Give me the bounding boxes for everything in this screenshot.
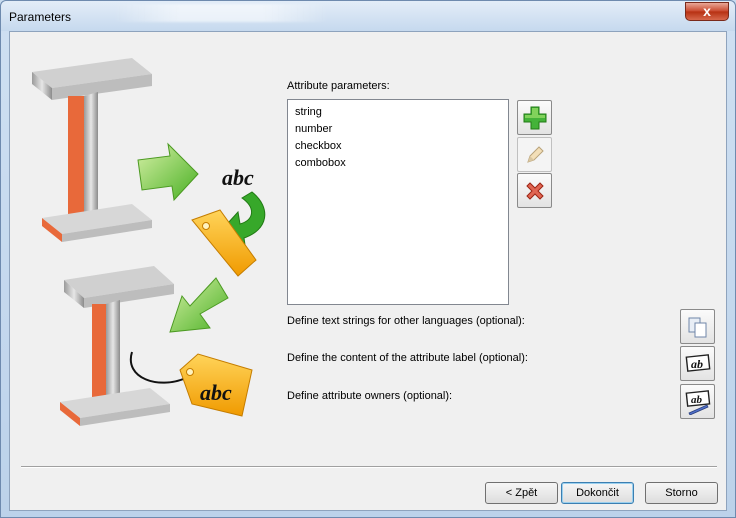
price-tag-icon: [191, 209, 257, 277]
list-item[interactable]: string: [295, 104, 322, 120]
attribute-list[interactable]: string number checkbox combobox: [287, 99, 509, 305]
attribute-illustration: abc abc: [32, 58, 266, 426]
add-icon: [523, 106, 546, 129]
cancel-button[interactable]: Storno: [645, 482, 718, 504]
attribute-label-button[interactable]: ab: [680, 346, 715, 381]
tag-string: [129, 351, 187, 384]
window-title: Parameters: [9, 10, 72, 24]
pencil-icon: [526, 145, 544, 163]
list-item[interactable]: number: [295, 121, 332, 137]
attached-tag-icon: abc: [179, 353, 253, 417]
dialog-body: abc abc Attribute parameters: string num…: [9, 31, 727, 511]
footer-separator: [21, 466, 717, 468]
attribute-label-label: Define the content of the attribute labe…: [287, 352, 528, 364]
label-edit-icon: ab: [685, 389, 710, 415]
add-attribute-button[interactable]: [517, 100, 552, 135]
parameters-window: Parameters x abc abc Attribute parameter…: [0, 0, 736, 518]
languages-label: Define text strings for other languages …: [287, 315, 525, 327]
back-button[interactable]: < Zpět: [485, 482, 558, 504]
close-button[interactable]: x: [685, 2, 729, 21]
copy-pages-icon: [688, 317, 706, 337]
finish-button[interactable]: Dokončit: [561, 482, 634, 504]
arrow-down-left-icon: [169, 277, 229, 333]
steel-beam-bottom-icon: [60, 266, 174, 426]
steel-beam-top-icon: [32, 58, 152, 242]
label-text-icon: ab: [685, 353, 710, 372]
owners-button[interactable]: ab: [680, 384, 715, 419]
abc-tag-text: abc: [200, 380, 232, 405]
title-bar-highlight: [113, 4, 329, 22]
owners-icon-text: ab: [691, 394, 703, 406]
list-item[interactable]: checkbox: [295, 138, 341, 154]
label-icon-text: ab: [691, 357, 703, 371]
owners-label: Define attribute owners (optional):: [287, 390, 453, 402]
attribute-parameters-label: Attribute parameters:: [287, 80, 390, 92]
delete-icon: [525, 181, 544, 200]
title-bar[interactable]: Parameters x: [1, 1, 735, 31]
list-item[interactable]: combobox: [295, 155, 346, 171]
abc-text-icon: abc: [222, 165, 254, 190]
arrow-right-icon: [137, 142, 199, 202]
languages-button[interactable]: [680, 309, 715, 344]
edit-attribute-button[interactable]: [517, 137, 552, 172]
delete-attribute-button[interactable]: [517, 173, 552, 208]
close-icon: x: [703, 3, 711, 19]
